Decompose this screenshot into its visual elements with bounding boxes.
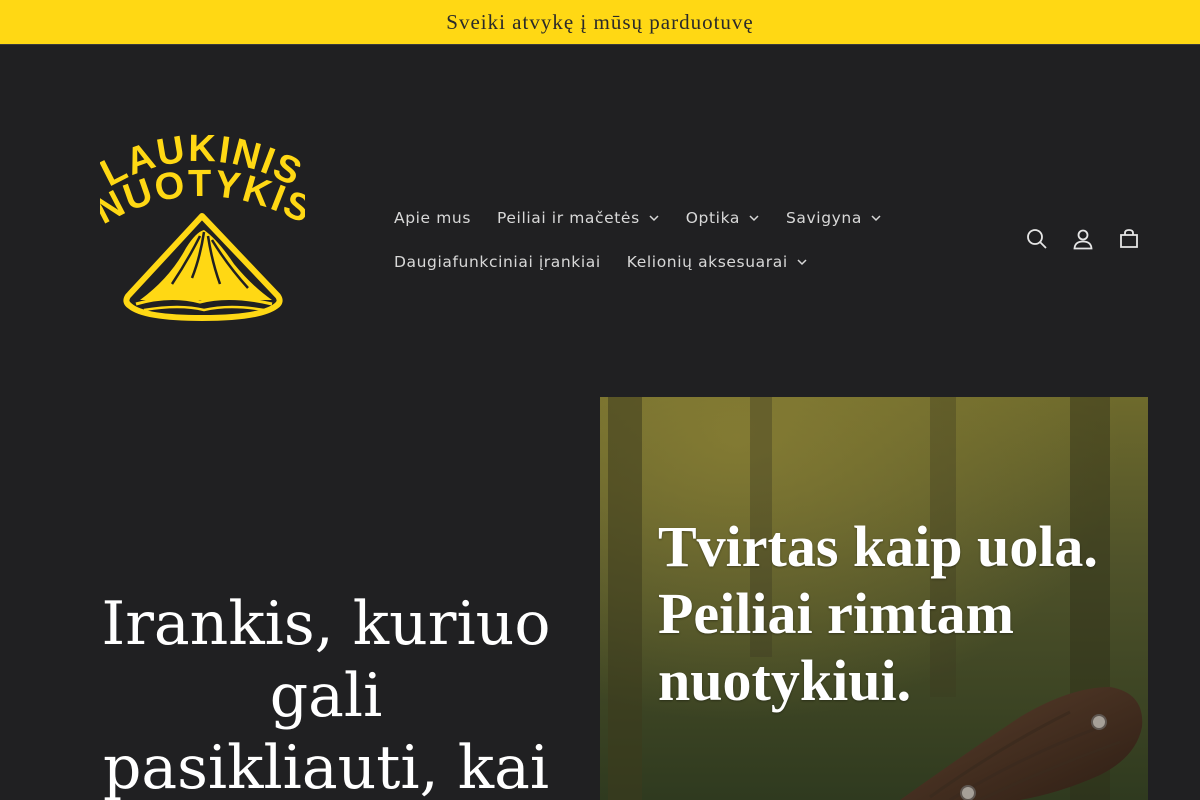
caption-line-1: Tvirtas kaip uola. <box>658 514 1098 579</box>
hero-heading: Irankis, kuriuo gali pasikliauti, kai <box>101 589 551 800</box>
search-icon <box>1027 229 1047 249</box>
cart-icon <box>1120 229 1138 248</box>
nav-item-label: Daugiafunkciniai įrankiai <box>394 253 601 271</box>
nav-item-optika[interactable]: Optika <box>673 196 773 240</box>
nav-item-label: Kelionių aksesuarai <box>626 253 788 271</box>
hero-image-caption: Tvirtas kaip uola. Peiliai rimtam nuotyk… <box>658 513 1138 714</box>
caption-line-3: nuotykiui. <box>658 648 912 713</box>
nav-item-savigyna[interactable]: Savigyna <box>773 196 895 240</box>
account-icon <box>1073 229 1093 250</box>
nav-item-label: Optika <box>685 209 740 227</box>
brand-logo[interactable]: LAUKINIS NUOTYKIS <box>88 128 318 326</box>
nav-item-label: Savigyna <box>785 209 862 227</box>
nav-item-kelioniu-aksesuarai[interactable]: Kelionių aksesuarai <box>614 240 821 284</box>
chevron-down-icon <box>749 215 759 222</box>
search-button[interactable] <box>1014 216 1060 262</box>
account-button[interactable] <box>1060 216 1106 262</box>
nav-item-label: Apie mus <box>394 209 472 227</box>
cart-button[interactable] <box>1106 216 1152 262</box>
header-icons <box>1014 216 1152 262</box>
caption-line-2: Peiliai rimtam <box>658 581 1014 646</box>
announcement-bar: Sveiki atvykę į mūsų parduotuvę <box>0 0 1200 45</box>
chevron-down-icon <box>797 259 807 266</box>
main-navigation: Apie mus Peiliai ir mačetės Optika Savig… <box>381 196 881 284</box>
chevron-down-icon <box>649 215 659 222</box>
nav-row-2: Daugiafunkciniai įrankiai Kelionių akses… <box>381 240 851 284</box>
nav-item-label: Peiliai ir mačetės <box>497 209 640 227</box>
chevron-down-icon <box>871 215 881 222</box>
hero-image: Tvirtas kaip uola. Peiliai rimtam nuotyk… <box>600 397 1148 800</box>
nav-row-1: Apie mus Peiliai ir mačetės Optika Savig… <box>381 196 881 240</box>
nav-item-peiliai[interactable]: Peiliai ir mačetės <box>484 196 673 240</box>
nav-item-daugiafunkciniai[interactable]: Daugiafunkciniai įrankiai <box>381 240 614 284</box>
announcement-text: Sveiki atvykę į mūsų parduotuvę <box>446 9 754 34</box>
nav-item-apie-mus[interactable]: Apie mus <box>381 196 484 240</box>
